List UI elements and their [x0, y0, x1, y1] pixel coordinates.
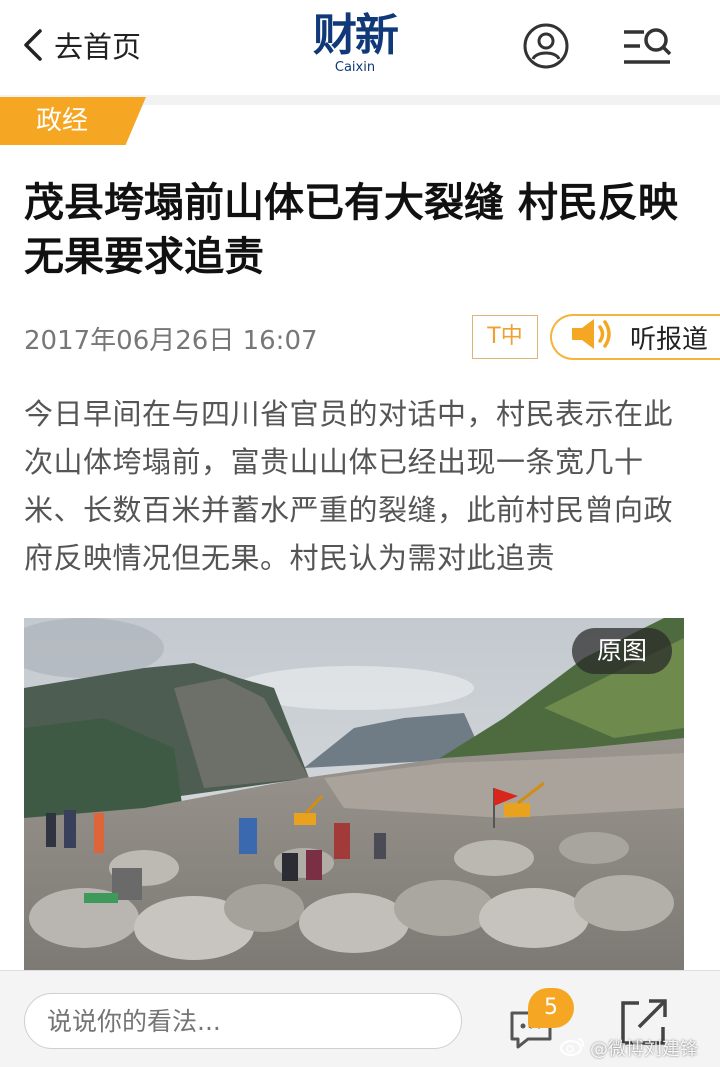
comment-bubble-icon	[506, 1011, 566, 1057]
back-label: 去首页	[54, 30, 142, 64]
article-title: 茂县垮塌前山体已有大裂缝 村民反映无果要求追责	[24, 180, 678, 280]
listen-label: 听报道	[630, 324, 709, 355]
article-photo[interactable]: 原图	[24, 618, 684, 970]
category-tag[interactable]: 政经	[0, 97, 146, 145]
logo-chinese-text: 财新	[313, 10, 399, 61]
comment-input[interactable]	[24, 993, 462, 1049]
back-to-home-button[interactable]: 去首页	[22, 22, 141, 68]
article-meta-row: 2017年06月26日 16:07 T中 听报道	[24, 314, 720, 360]
listen-report-button[interactable]: 听报道	[550, 314, 720, 360]
weibo-logo-icon	[560, 1036, 586, 1061]
comment-count-badge[interactable]: 5	[528, 988, 574, 1028]
view-original-button[interactable]: 原图	[572, 628, 672, 674]
logo-english-text: Caixin	[334, 60, 376, 75]
article-summary: 今日早间在与四川省官员的对话中，村民表示在此次山体垮塌前，富贵山山体已经出现一条…	[24, 397, 674, 575]
speaker-icon	[570, 317, 616, 358]
watermark-text: @微博刘建锋	[590, 1039, 698, 1060]
user-account-button[interactable]	[522, 22, 570, 70]
font-size-button[interactable]: T中	[472, 315, 538, 359]
caixin-logo[interactable]: 财新 Caixin	[300, 10, 410, 84]
top-nav-bar: 去首页 财新 Caixin	[0, 0, 720, 95]
publish-datetime: 2017年06月26日 16:07	[24, 326, 318, 356]
weibo-watermark: @微博刘建锋	[560, 1036, 698, 1060]
menu-search-button[interactable]	[620, 24, 674, 68]
user-icon	[522, 23, 570, 74]
menu-search-icon	[620, 28, 674, 72]
chevron-left-icon	[22, 28, 44, 62]
